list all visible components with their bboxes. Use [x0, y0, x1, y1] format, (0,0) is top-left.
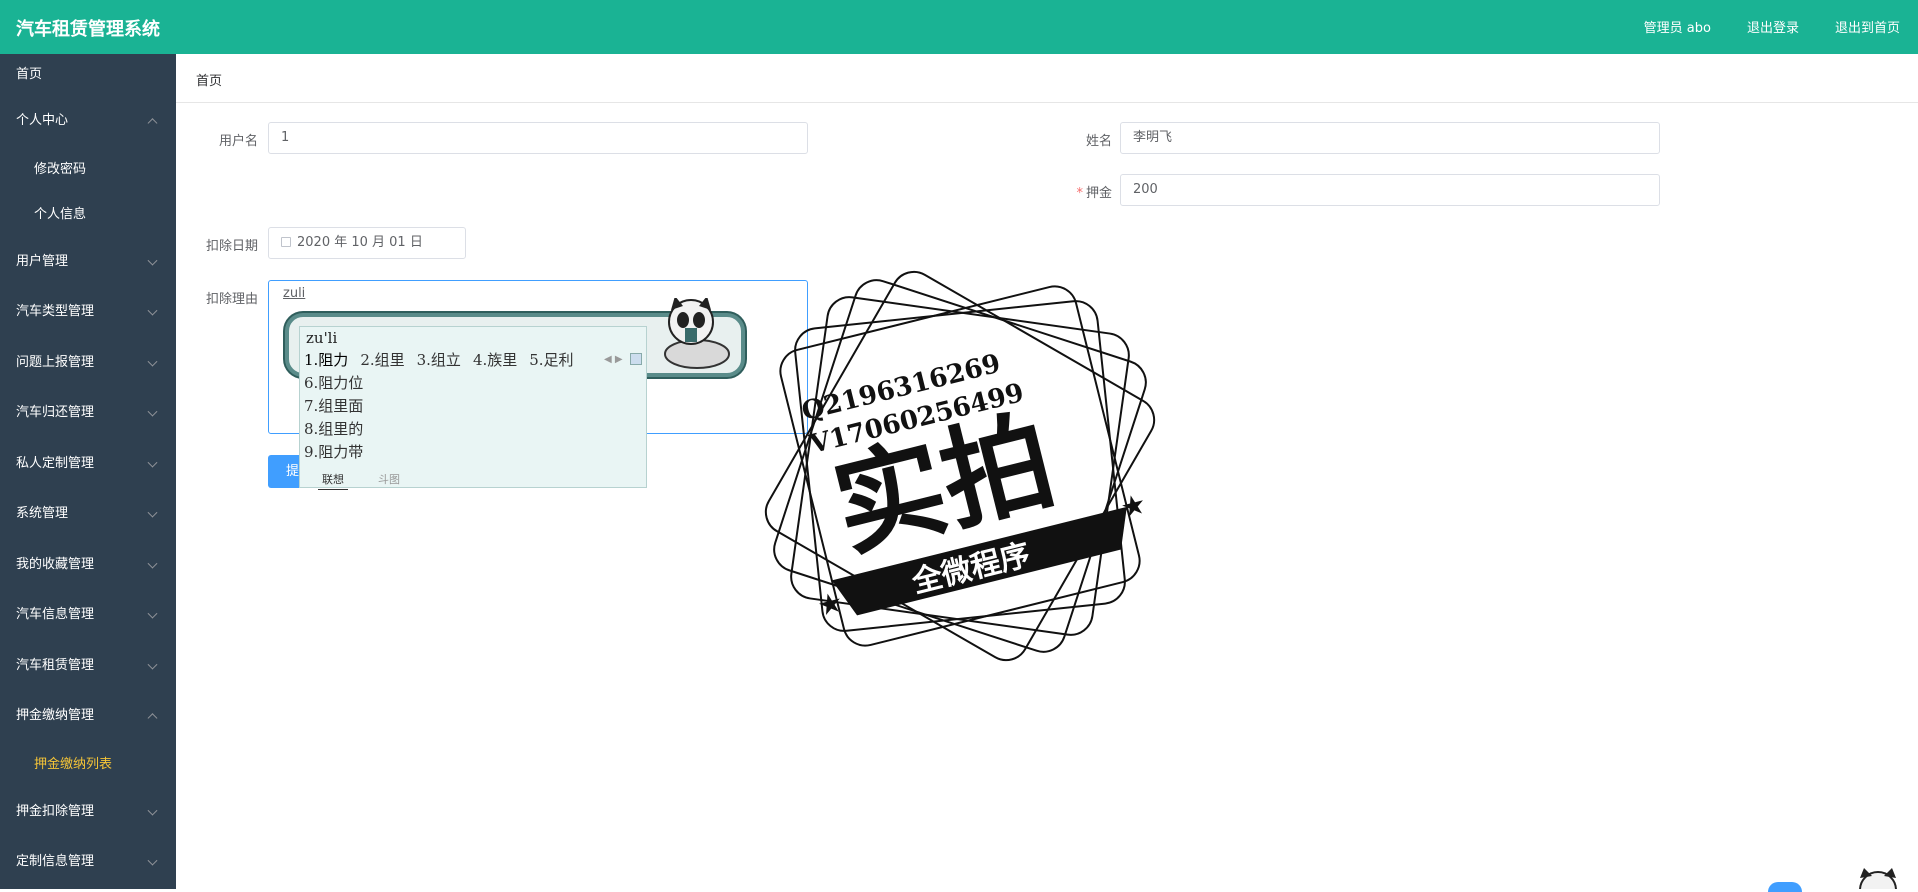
- ime-candidate[interactable]: 7.组里面: [304, 395, 363, 418]
- chevron-down-icon: [147, 608, 158, 619]
- chevron-up-icon: [147, 118, 158, 129]
- ime-candidate[interactable]: 6.阻力位: [304, 372, 363, 395]
- reason-label: 扣除理由: [205, 292, 258, 307]
- sidebar-item-label: 汽车归还管理: [16, 405, 95, 420]
- back-home-link[interactable]: 退出到首页: [1835, 17, 1900, 36]
- floating-button[interactable]: [1768, 882, 1802, 892]
- top-header: 汽车租赁管理系统 管理员 abo 退出登录 退出到首页: [0, 0, 1918, 54]
- deposit-field[interactable]: 200: [1120, 174, 1660, 206]
- chevron-down-icon: [147, 356, 158, 367]
- header-links: 管理员 abo 退出登录 退出到首页: [1644, 17, 1900, 36]
- date-label: 扣除日期: [205, 239, 258, 254]
- sidebar-item-label: 汽车租赁管理: [16, 657, 95, 673]
- ime-candidate[interactable]: 1.阻力: [304, 351, 348, 369]
- ime-tabs: 联想 斗图: [300, 468, 646, 490]
- ime-candidate[interactable]: 5.足利: [529, 351, 573, 369]
- ime-candidate[interactable]: 4.族里: [473, 351, 517, 369]
- ime-candidate[interactable]: 2.组里: [360, 351, 404, 369]
- reason-text: zuli: [283, 286, 306, 301]
- chevron-down-icon: [147, 255, 158, 266]
- sidebar-item-user-management[interactable]: 用户管理: [0, 237, 176, 288]
- ime-candidate[interactable]: 3.组立: [417, 351, 461, 369]
- chevron-down-icon: [147, 855, 158, 866]
- divider: [176, 102, 1918, 103]
- sidebar-item-label: 定制信息管理: [16, 854, 95, 869]
- chevron-down-icon: [147, 406, 158, 417]
- date-picker[interactable]: 2020 年 10 月 01 日: [268, 227, 466, 259]
- sidebar-item-deposit-deduction[interactable]: 押金扣除管理: [0, 787, 176, 838]
- chevron-up-icon: [147, 713, 158, 724]
- sidebar-item-label: 我的收藏管理: [16, 556, 95, 572]
- ime-page-arrows-icon[interactable]: ◀ ▶: [604, 354, 623, 365]
- ime-tab-association[interactable]: 联想: [318, 471, 348, 490]
- sidebar-item-label: 押金缴纳管理: [16, 708, 95, 723]
- ime-candidate-row: 1.阻力 2.组里 3.组立 4.族里 5.足利: [304, 349, 586, 370]
- sidebar-item-label: 私人定制管理: [16, 455, 95, 471]
- calendar-icon: [281, 237, 291, 247]
- username-label: 用户名: [218, 134, 258, 149]
- admin-user-label: 管理员 abo: [1643, 21, 1711, 36]
- sidebar-item-label: 汽车信息管理: [16, 607, 95, 622]
- chevron-down-icon: [147, 805, 158, 816]
- ime-candidate[interactable]: 9.阻力带: [304, 441, 363, 464]
- sidebar-item-custom-info[interactable]: 定制信息管理: [0, 837, 176, 888]
- sidebar-item-car-info[interactable]: 汽车信息管理: [0, 590, 176, 641]
- sidebar-subitem-personal-info[interactable]: 个人信息: [0, 192, 176, 237]
- sidebar-item-car-type[interactable]: 汽车类型管理: [0, 287, 176, 338]
- breadcrumb[interactable]: 首页: [196, 70, 222, 89]
- sidebar: 首页 个人中心 修改密码 个人信息 用户管理 汽车类型管理 问题上报管理 汽车归…: [0, 54, 176, 889]
- sidebar-subitem-change-password[interactable]: 修改密码: [0, 147, 176, 192]
- sidebar-item-label: 系统管理: [16, 506, 69, 521]
- ime-candidate-panel: zu'li 1.阻力 2.组里 3.组立 4.族里 5.足利 ◀ ▶ 6.阻力位 7.组…: [299, 326, 647, 490]
- username-field[interactable]: 1: [268, 122, 808, 154]
- sidebar-item-home[interactable]: 首页: [0, 54, 176, 96]
- sidebar-subitem-deposit-payment-list[interactable]: 押金缴纳列表: [0, 742, 176, 787]
- ime-candidate[interactable]: 8.组里的: [304, 418, 363, 441]
- ime-candidate-list: 6.阻力位 7.组里面 8.组里的 9.阻力带: [304, 372, 363, 464]
- logout-link[interactable]: 退出登录: [1747, 17, 1799, 36]
- stamp-watermark: Q2196316269 V17060256499 实拍 全微程序 ★ ★: [764, 270, 1156, 662]
- chevron-down-icon: [147, 457, 158, 468]
- sidebar-item-label: 个人中心: [16, 113, 69, 128]
- sidebar-item-system[interactable]: 系统管理: [0, 489, 176, 540]
- sidebar-item-car-rental[interactable]: 汽车租赁管理: [0, 641, 176, 692]
- cat-mascot-icon: [664, 298, 730, 369]
- cat-mascot-icon: [1859, 868, 1897, 889]
- sidebar-item-custom[interactable]: 私人定制管理: [0, 439, 176, 490]
- sidebar-item-personal-center[interactable]: 个人中心: [0, 96, 176, 147]
- sidebar-item-label: 汽车类型管理: [16, 304, 95, 319]
- chevron-down-icon: [147, 659, 158, 670]
- sidebar-item-label: 用户管理: [16, 253, 69, 269]
- ime-pinyin: zu'li: [306, 329, 338, 347]
- sidebar-item-label: 押金扣除管理: [16, 803, 95, 819]
- app-title: 汽车租赁管理系统: [16, 19, 160, 40]
- sidebar-item-car-return[interactable]: 汽车归还管理: [0, 388, 176, 439]
- chevron-down-icon: [147, 507, 158, 518]
- sidebar-item-deposit-payment[interactable]: 押金缴纳管理: [0, 691, 176, 742]
- deposit-label: * 押金: [1076, 186, 1112, 201]
- sidebar-item-favorites[interactable]: 我的收藏管理: [0, 540, 176, 591]
- sidebar-item-issue-report[interactable]: 问题上报管理: [0, 338, 176, 389]
- name-label: 姓名: [1085, 134, 1112, 149]
- ime-tab-sticker[interactable]: 斗图: [378, 471, 400, 487]
- sidebar-item-label: 问题上报管理: [16, 354, 95, 370]
- name-field[interactable]: 李明飞: [1120, 122, 1660, 154]
- chevron-down-icon: [147, 305, 158, 316]
- chevron-down-icon: [147, 558, 158, 569]
- ime-expand-icon[interactable]: [630, 353, 642, 365]
